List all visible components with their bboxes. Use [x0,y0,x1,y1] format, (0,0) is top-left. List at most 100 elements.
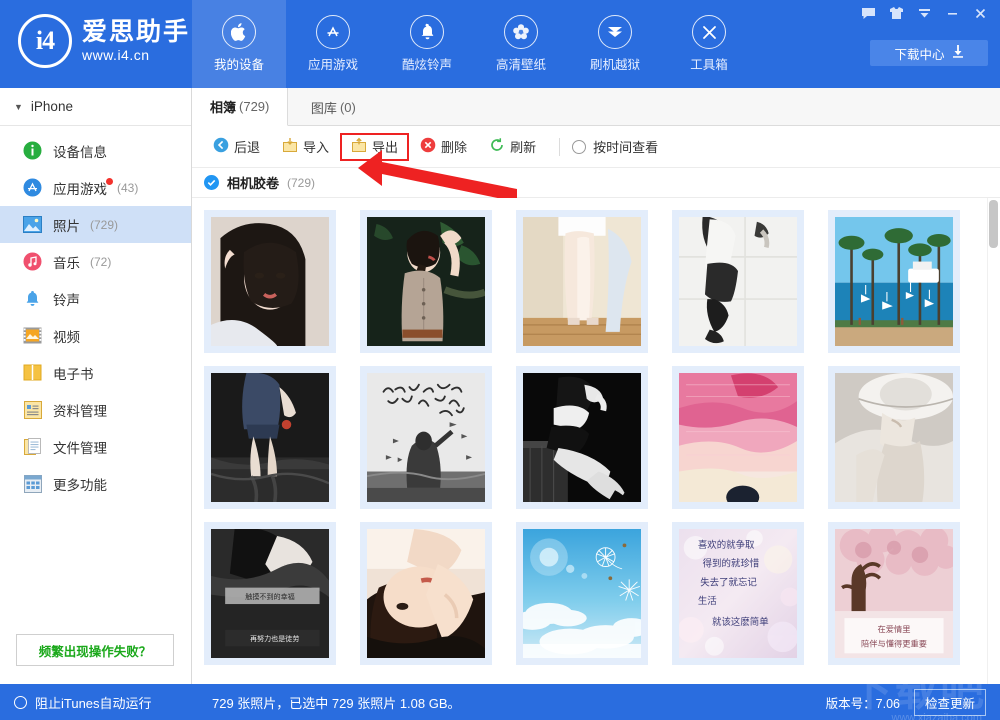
download-center-button[interactable]: 下载中心 [870,40,988,66]
appstore-icon [22,177,43,198]
window-controls [854,0,994,26]
sidebar-item-label: 铃声 [53,289,80,309]
check-update-button[interactable]: 检查更新 [914,689,986,716]
photo-thumbnail [367,529,485,658]
photo-cell[interactable]: 喜欢的就争取 得到的就珍惜 失去了就忘记 生活 就该这麽简单 [672,522,804,665]
album-row-camera-roll[interactable]: 相机胶卷 (729) [192,168,1000,198]
tab-bar: 相簿 (729) 图库 (0) [192,88,1000,126]
bell-icon [22,288,43,309]
photo-cell[interactable] [360,522,492,665]
photo-cell[interactable] [516,210,648,353]
radio-icon [14,696,27,709]
tab-count: (729) [239,99,269,114]
photo-thumbnail: 喜欢的就争取 得到的就珍惜 失去了就忘记 生活 就该这麽简单 [679,529,797,658]
music-icon [22,251,43,272]
photo-cell[interactable] [828,366,960,509]
video-icon [22,325,43,346]
info-icon [22,140,43,161]
nav-label: 我的设备 [214,54,264,73]
nav-item-my-device[interactable]: 我的设备 [192,0,286,88]
view-by-time-radio[interactable]: 按时间查看 [572,137,658,156]
nav-label: 刷机越狱 [590,54,640,73]
tab-albums[interactable]: 相簿 (729) [192,88,288,126]
sidebar-item-video[interactable]: 视频 [0,317,191,354]
nav-item-toolbox[interactable]: 工具箱 [662,0,756,88]
photo-grid: 触摸不到的幸福 再努力也是徒劳 [192,198,982,665]
photo-cell[interactable] [204,210,336,353]
photo-cell[interactable] [516,366,648,509]
data-icon [22,399,43,420]
sidebar-item-label: 设备信息 [53,141,107,161]
toolbar-label: 导出 [372,137,398,156]
operation-failure-help-button[interactable]: 频繁出现操作失败？ [16,634,174,666]
photo-cell[interactable] [672,210,804,353]
toolbar-divider [559,138,560,156]
toolbar-label: 刷新 [510,137,536,156]
app-logo: i4 爱思助手 www.i4.cn [18,14,190,68]
feedback-icon[interactable] [854,0,882,26]
import-button[interactable]: 导入 [271,133,340,161]
sidebar-item-label: 应用游戏 [53,178,107,198]
content-area: 相簿 (729) 图库 (0) 后退 [192,88,1000,684]
device-selector[interactable]: ▼ iPhone [0,88,191,126]
nav-item-flash-jailbreak[interactable]: 刷机越狱 [568,0,662,88]
minimize-icon[interactable] [938,0,966,26]
export-icon [351,137,367,156]
sidebar-item-apps-games[interactable]: 应用游戏 (43) [0,169,191,206]
refresh-button[interactable]: 刷新 [478,133,547,161]
nav-item-ringtones[interactable]: 酷炫铃声 [380,0,474,88]
block-itunes-toggle[interactable]: 阻止iTunes自动运行 [0,693,192,712]
svg-text:在爱情里: 在爱情里 [878,624,911,634]
sidebar-item-label: 资料管理 [53,400,107,420]
photo-thumbnail [211,217,329,346]
scrollbar-thumb[interactable] [989,200,998,248]
sidebar-item-data-manage[interactable]: 资料管理 [0,391,191,428]
photo-icon [22,214,43,235]
checkmark-icon [204,175,219,190]
view-by-time-label: 按时间查看 [593,137,658,156]
photo-cell[interactable] [516,522,648,665]
svg-text:喜欢的就争取: 喜欢的就争取 [698,539,755,550]
nav-item-wallpapers[interactable]: 高清壁纸 [474,0,568,88]
export-button[interactable]: 导出 [340,133,409,161]
vertical-scrollbar[interactable] [987,198,998,684]
appstore-icon [316,15,350,49]
close-icon[interactable] [966,0,994,26]
sidebar-item-ringtones[interactable]: 铃声 [0,280,191,317]
photo-thumbnail [523,217,641,346]
sidebar-item-label: 电子书 [53,363,94,383]
sidebar-item-device-info[interactable]: 设备信息 [0,132,191,169]
back-button[interactable]: 后退 [202,133,271,161]
photo-cell[interactable]: 在爱情里 陪伴与懂得更重要 [828,522,960,665]
sidebar-item-ebooks[interactable]: 电子书 [0,354,191,391]
photo-thumbnail [523,373,641,502]
nav-item-apps-games[interactable]: 应用游戏 [286,0,380,88]
brand-url: www.i4.cn [82,47,190,63]
sidebar-item-file-manage[interactable]: 文件管理 [0,428,191,465]
photo-cell[interactable] [360,366,492,509]
sidebar-item-label: 视频 [53,326,80,346]
photo-thumbnail [679,373,797,502]
tab-gallery[interactable]: 图库 (0) [288,88,378,126]
sidebar-item-more[interactable]: 更多功能 [0,465,191,502]
tab-label: 图库 [311,98,337,117]
sidebar-item-photos[interactable]: 照片 (729) [0,206,191,243]
photo-cell[interactable] [360,210,492,353]
logo-mark: i4 [18,14,72,68]
block-itunes-label: 阻止iTunes自动运行 [35,693,152,712]
menu-icon[interactable] [910,0,938,26]
tools-icon [692,15,726,49]
i4-assistant-window: i4 爱思助手 www.i4.cn 我的设备 [0,0,1000,720]
photo-cell[interactable] [828,210,960,353]
toolbar-label: 导入 [303,137,329,156]
photo-cell[interactable] [672,366,804,509]
photo-cell[interactable] [204,366,336,509]
toolbar-label: 后退 [234,137,260,156]
photo-thumbnail [679,217,797,346]
photo-cell[interactable]: 触摸不到的幸福 再努力也是徒劳 [204,522,336,665]
skin-icon[interactable] [882,0,910,26]
photo-thumbnail [211,373,329,502]
sidebar-item-music[interactable]: 音乐 (72) [0,243,191,280]
delete-button[interactable]: 删除 [409,133,478,161]
selection-summary: 729 张照片，已选中 729 张照片 1.08 GB。 [192,693,826,712]
